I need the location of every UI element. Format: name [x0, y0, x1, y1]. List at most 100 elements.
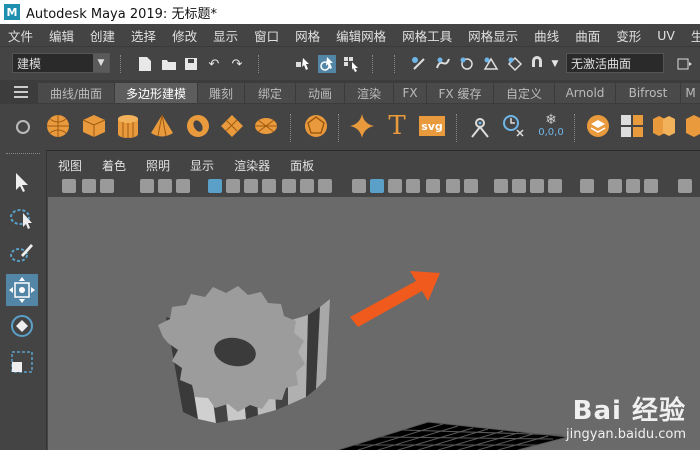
chevron-down-icon[interactable]: ▼ [546, 55, 564, 73]
undo-icon[interactable]: ↶ [205, 55, 223, 73]
bookmark-icon[interactable] [82, 179, 96, 193]
platonic-solid-icon[interactable] [302, 112, 330, 140]
tab-custom[interactable]: 自定义 [494, 83, 555, 103]
menu-edit-mesh[interactable]: 编辑网格 [328, 26, 394, 45]
magnet-icon[interactable] [528, 55, 546, 73]
lasso-tool-icon[interactable] [6, 202, 38, 234]
smooth-icon[interactable] [680, 112, 700, 140]
tab-poly-modeling[interactable]: 多边形建模 [115, 83, 198, 103]
menu-uv[interactable]: UV [649, 28, 683, 43]
use-all-lights-icon[interactable] [446, 179, 460, 193]
menu-modify[interactable]: 修改 [164, 26, 205, 45]
use-default-material-icon[interactable] [388, 179, 402, 193]
combine-icon[interactable] [618, 112, 646, 140]
poly-plane-icon[interactable] [218, 112, 246, 140]
xray-icon[interactable] [608, 179, 622, 193]
menu-select[interactable]: 选择 [123, 26, 164, 45]
poly-disc-icon[interactable] [252, 112, 280, 140]
menu-display[interactable]: 显示 [205, 26, 246, 45]
layers-icon[interactable] [584, 112, 612, 140]
tab-bifrost[interactable]: Bifrost [616, 83, 681, 103]
live-surface-field[interactable]: 无激活曲面 [566, 53, 664, 73]
menu-windows[interactable]: 窗口 [246, 26, 287, 45]
sweep-mesh-icon[interactable] [466, 112, 494, 140]
shadows-icon[interactable] [464, 179, 478, 193]
open-scene-icon[interactable] [160, 55, 178, 73]
menu-deform[interactable]: 变形 [608, 26, 649, 45]
menu-create[interactable]: 创建 [82, 26, 123, 45]
xray-joints-icon[interactable] [626, 179, 640, 193]
time-scrub-icon[interactable] [500, 112, 528, 140]
svg-tool-icon[interactable]: svg [418, 112, 446, 140]
panel-menu-view[interactable]: 视图 [48, 157, 92, 174]
wireframe-on-shaded-icon[interactable] [406, 179, 420, 193]
select-hierarchy-icon[interactable] [294, 55, 312, 73]
xray-components-icon[interactable] [644, 179, 658, 193]
menu-mesh-tools[interactable]: 网格工具 [394, 26, 460, 45]
film-gate-icon[interactable] [226, 179, 240, 193]
menu-mesh-display[interactable]: 网格显示 [460, 26, 526, 45]
image-plane-icon[interactable] [100, 179, 114, 193]
save-scene-icon[interactable] [182, 55, 200, 73]
select-tool-icon[interactable] [6, 166, 38, 198]
poly-torus-icon[interactable] [184, 112, 212, 140]
snap-to-grid-icon[interactable] [410, 55, 428, 73]
new-scene-icon[interactable] [136, 55, 154, 73]
input-line-icon[interactable] [676, 55, 694, 73]
tab-arnold[interactable]: Arnold [555, 83, 616, 103]
rotate-tool-icon[interactable] [6, 310, 38, 342]
wireframe-icon[interactable] [352, 179, 366, 193]
scale-tool-icon[interactable] [6, 346, 38, 378]
snap-to-point-icon[interactable] [458, 55, 476, 73]
panel-menu-show[interactable]: 显示 [180, 157, 224, 174]
poly-cone-icon[interactable] [148, 112, 176, 140]
menu-generate[interactable]: 生成 [683, 26, 700, 45]
paint-select-tool-icon[interactable] [6, 238, 38, 270]
viewport-3d[interactable]: Bai 经验 jingyan.baidu.com [48, 197, 700, 450]
tab-rendering[interactable]: 渲染 [345, 83, 394, 103]
chevron-down-icon[interactable]: ▼ [93, 54, 109, 72]
tab-sculpting[interactable]: 雕刻 [198, 83, 245, 103]
shelf-menu-icon[interactable] [14, 86, 28, 98]
depth-of-field-icon[interactable] [548, 179, 562, 193]
tab-fx[interactable]: FX [394, 83, 427, 103]
menu-curves[interactable]: 曲线 [526, 26, 567, 45]
resolution-gate-icon[interactable] [244, 179, 258, 193]
panel-menu-lighting[interactable]: 照明 [136, 157, 180, 174]
menu-mesh[interactable]: 网格 [287, 26, 328, 45]
gear-model[interactable] [158, 286, 330, 423]
smooth-shade-icon[interactable] [370, 179, 384, 193]
gamma-icon[interactable] [678, 179, 692, 193]
tab-rigging[interactable]: 绑定 [245, 83, 296, 103]
tab-curves-surfaces[interactable]: 曲线/曲面 [38, 83, 115, 103]
grid-toggle-icon[interactable] [208, 179, 222, 193]
motion-blur-icon[interactable] [512, 179, 526, 193]
menu-edit[interactable]: 编辑 [41, 26, 82, 45]
field-chart-icon[interactable] [282, 179, 296, 193]
panel-menu-renderer[interactable]: 渲染器 [224, 157, 280, 174]
poly-cube-icon[interactable] [80, 112, 108, 140]
poly-sphere-icon[interactable] [44, 112, 72, 140]
redo-icon[interactable]: ↷ [228, 55, 246, 73]
safe-action-icon[interactable] [300, 179, 314, 193]
gate-mask-icon[interactable] [262, 179, 276, 193]
super-shape-icon[interactable] [348, 112, 376, 140]
two-d-pan-icon[interactable] [140, 179, 154, 193]
panel-menu-panels[interactable]: 面板 [280, 157, 324, 174]
grease-pencil-icon[interactable] [158, 179, 172, 193]
shelf-settings-gear-icon[interactable] [16, 120, 30, 134]
menu-file[interactable]: 文件 [0, 26, 41, 45]
menu-set-dropdown[interactable]: 建模 ▼ [12, 53, 110, 73]
camera-attributes-icon[interactable] [62, 179, 76, 193]
type-tool-icon[interactable]: T [383, 111, 411, 141]
poly-cylinder-icon[interactable] [114, 112, 142, 140]
select-objects-icon[interactable] [318, 55, 336, 73]
select-components-icon[interactable] [342, 55, 360, 73]
make-live-icon[interactable] [506, 55, 524, 73]
tab-fx-caching[interactable]: FX 缓存 [427, 83, 494, 103]
separate-icon[interactable] [650, 112, 678, 140]
menu-surfaces[interactable]: 曲面 [567, 26, 608, 45]
screen-space-ao-icon[interactable] [494, 179, 508, 193]
isolate-select-icon[interactable] [580, 179, 594, 193]
safe-title-icon[interactable] [318, 179, 332, 193]
